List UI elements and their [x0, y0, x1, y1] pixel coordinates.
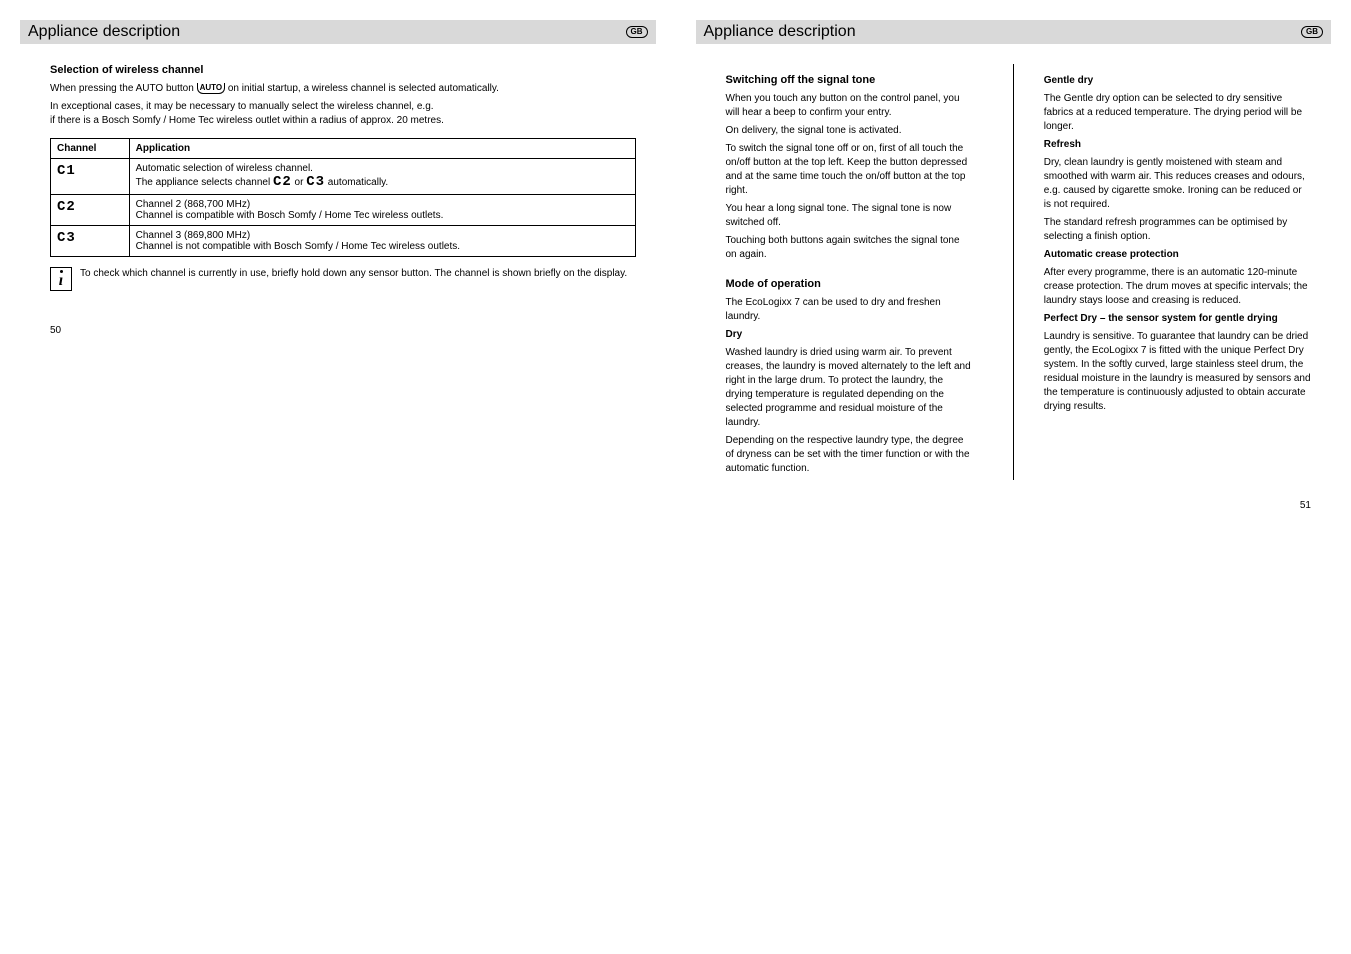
paragraph: When pressing the AUTO button AUTO on in…	[50, 82, 636, 96]
table-row: C3 Channel 3 (869,800 MHz) Channel is no…	[51, 226, 636, 257]
inline-heading: Dry	[726, 328, 973, 342]
gb-badge: GB	[1301, 26, 1323, 38]
inline-heading: Perfect Dry – the sensor system for gent…	[1044, 312, 1311, 326]
page-number: 50	[50, 325, 656, 336]
gb-badge: GB	[626, 26, 648, 38]
auto-icon: AUTO	[197, 83, 226, 94]
paragraph: The EcoLogixx 7 can be used to dry and f…	[726, 296, 973, 324]
inline-heading: Refresh	[1044, 138, 1311, 152]
channel-code: C3	[57, 230, 85, 246]
section-subtitle: Selection of wireless channel	[50, 64, 656, 76]
right-page: Appliance description GB Switching off t…	[696, 20, 1332, 511]
paragraph: Laundry is sensitive. To guarantee that …	[1044, 330, 1311, 414]
page-number: 51	[696, 500, 1312, 511]
inline-heading: Automatic crease protection	[1044, 248, 1311, 262]
header-bar-left: Appliance description GB	[20, 20, 656, 44]
column-divider	[1013, 64, 1014, 480]
table-header-channel: Channel	[51, 139, 130, 159]
paragraph: Washed laundry is dried using warm air. …	[726, 346, 973, 430]
paragraph: In exceptional cases, it may be necessar…	[50, 100, 636, 128]
paragraph: Depending on the respective laundry type…	[726, 434, 973, 476]
section-subtitle: Mode of operation	[726, 278, 993, 290]
header-bar-right: Appliance description GB	[696, 20, 1332, 44]
paragraph: To switch the signal tone off or on, fir…	[726, 142, 973, 198]
two-column-layout: Switching off the signal tone When you t…	[696, 64, 1332, 480]
channel-code: C2	[57, 199, 85, 215]
paragraph: The standard refresh programmes can be o…	[1044, 216, 1311, 244]
info-text: To check which channel is currently in u…	[80, 267, 627, 281]
info-icon: ı	[50, 267, 72, 291]
channel-table: Channel Application C1 Automatic selecti…	[50, 138, 636, 257]
channel-code: C1	[57, 163, 85, 179]
table-header-application: Application	[129, 139, 635, 159]
paragraph: After every programme, there is an autom…	[1044, 266, 1311, 308]
paragraph: The Gentle dry option can be selected to…	[1044, 92, 1311, 134]
paragraph: When you touch any button on the control…	[726, 92, 973, 120]
left-page: Appliance description GB Selection of wi…	[20, 20, 656, 511]
right-column: Gentle dry The Gentle dry option can be …	[1034, 64, 1331, 480]
page-header-title: Appliance description	[704, 23, 856, 41]
page-header-title: Appliance description	[28, 23, 180, 41]
section-subtitle: Switching off the signal tone	[726, 74, 993, 86]
paragraph: Touching both buttons again switches the…	[726, 234, 973, 262]
inline-heading: Gentle dry	[1044, 74, 1311, 88]
table-row: C2 Channel 2 (868,700 MHz) Channel is co…	[51, 195, 636, 226]
table-row: C1 Automatic selection of wireless chann…	[51, 159, 636, 195]
paragraph: Dry, clean laundry is gently moistened w…	[1044, 156, 1311, 212]
left-column: Switching off the signal tone When you t…	[696, 64, 993, 480]
info-note: ı To check which channel is currently in…	[50, 267, 636, 291]
paragraph: On delivery, the signal tone is activate…	[726, 124, 973, 138]
paragraph: You hear a long signal tone. The signal …	[726, 202, 973, 230]
